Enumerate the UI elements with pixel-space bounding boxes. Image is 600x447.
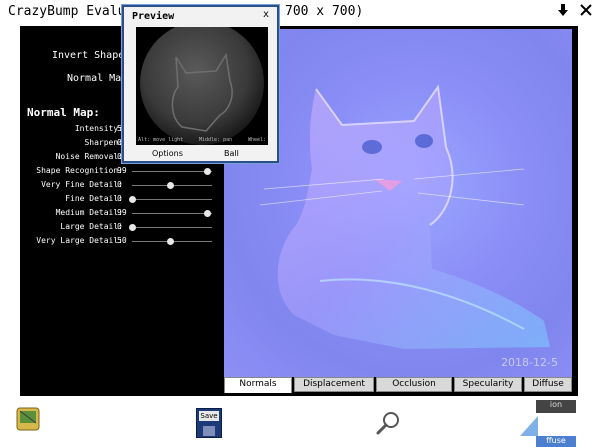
slider-value: 0 (117, 194, 122, 203)
window-titlebar: CrazyBump Evalua 700 x 700) (0, 0, 600, 24)
preview-sphere-image (140, 27, 264, 145)
slider-label: Medium Detail: (55, 208, 123, 217)
slider-value: 0 (117, 180, 122, 189)
slider-knob[interactable] (167, 238, 174, 245)
slider-track[interactable] (132, 227, 212, 228)
slider-track[interactable] (132, 213, 212, 214)
normal-map-option[interactable]: Normal Map (67, 73, 127, 84)
tab-specularity[interactable]: Specularity (454, 377, 522, 392)
preview-hint-mid: Middle: pan (198, 137, 233, 143)
date-stamp: 2018-12-5 (501, 356, 558, 369)
preview-close-button[interactable]: x (263, 9, 269, 20)
save-label: Save (199, 411, 219, 421)
open-icon[interactable] (14, 405, 42, 433)
preview-hint-left: Alt: move light (138, 137, 184, 143)
slider-value: 99 (117, 208, 127, 217)
save-button[interactable]: Save (196, 408, 222, 438)
slider-value: 50 (117, 236, 127, 245)
preview-window[interactable]: Preview x Alt: move light Middle: pan Wh… (122, 5, 279, 163)
close-x-icon[interactable] (577, 3, 595, 21)
slider-track[interactable] (132, 199, 212, 200)
bottom-toolbar: Save ion ffuse (0, 396, 600, 447)
tab-displacement[interactable]: Displacement (294, 377, 374, 392)
slider-knob[interactable] (129, 196, 136, 203)
preview-hints: Alt: move light Middle: pan Wheel: (138, 137, 266, 143)
magnifier-icon[interactable] (374, 409, 402, 437)
preview-title: Preview (132, 11, 175, 22)
slider-label: Fine Detail: (65, 194, 123, 203)
slider-value: 0 (117, 222, 122, 231)
corner-tab-top[interactable]: ion (536, 400, 576, 413)
slider-label: Large Detail: (60, 222, 123, 231)
slider-value: 99 (117, 166, 127, 175)
page-curl-icon (520, 416, 538, 436)
preview-hint-right: Wheel: (247, 137, 266, 143)
slider-label: Intensity: (74, 124, 123, 133)
tab-occlusion[interactable]: Occlusion (376, 377, 452, 392)
slider-knob[interactable] (129, 224, 136, 231)
preview-options-button[interactable]: Options (152, 149, 183, 158)
app-title: CrazyBump Evalua (8, 4, 134, 19)
slider-label: Very Large Detail: (36, 236, 123, 245)
normal-map-section-title: Normal Map: (27, 106, 100, 119)
floppy-disk-icon (203, 426, 215, 436)
slider-label: Noise Removal: (55, 152, 123, 161)
preview-ball-button[interactable]: Ball (224, 149, 239, 158)
map-tabs: Normals Displacement Occlusion Speculari… (224, 377, 574, 393)
slider-knob[interactable] (167, 182, 174, 189)
invert-shape-option[interactable]: Invert Shape (52, 50, 124, 61)
tab-diffuse[interactable]: Diffuse (524, 377, 572, 392)
tab-normals[interactable]: Normals (224, 377, 292, 393)
slider-label: Shape Recognition: (36, 166, 123, 175)
slider-label: Sharpen: (84, 138, 123, 147)
preview-sphere-view[interactable]: Alt: move light Middle: pan Wheel: (136, 27, 268, 145)
slider-label: Very Fine Detail: (41, 180, 123, 189)
slider-track[interactable] (132, 171, 212, 172)
download-arrow-icon[interactable] (554, 3, 572, 21)
corner-tab-bottom[interactable]: ffuse (536, 436, 576, 447)
image-dimensions: 700 x 700) (285, 4, 364, 19)
